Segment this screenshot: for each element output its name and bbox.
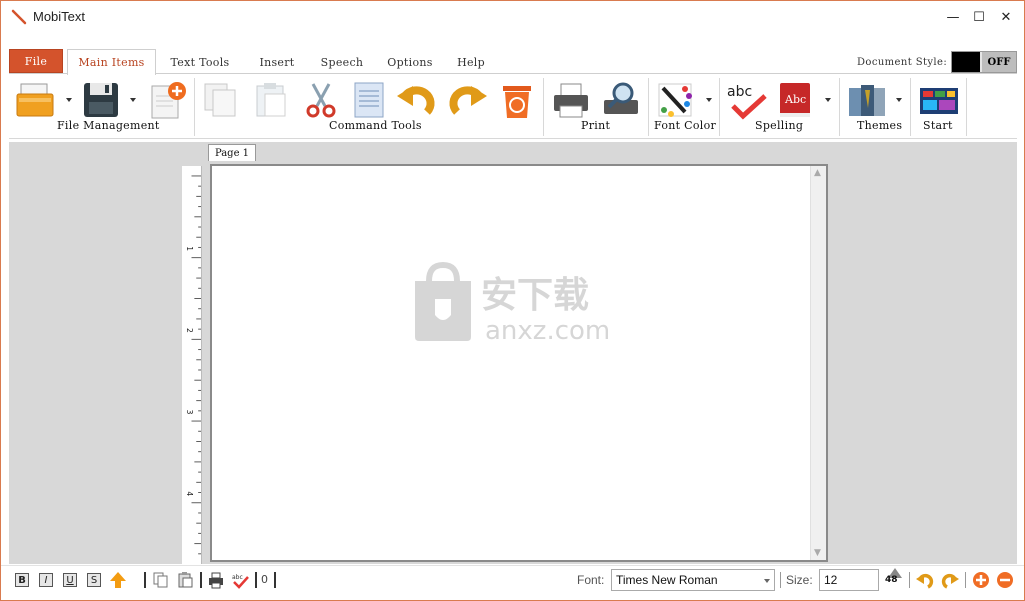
font-color-dropdown-arrow[interactable]: [706, 98, 712, 102]
watermark-cn-text: 安下载: [481, 275, 589, 316]
size-label: Size:: [786, 573, 813, 587]
copy-small-icon[interactable]: [152, 571, 170, 589]
zoom-in-plus-icon[interactable]: [972, 571, 990, 589]
toolbar-divider: [780, 572, 781, 588]
italic-button[interactable]: I: [39, 573, 53, 587]
chevron-down-icon: [764, 579, 770, 583]
paste-clipboard-icon[interactable]: [251, 80, 291, 120]
print-small-icon[interactable]: [207, 571, 225, 589]
toolbar-divider: [255, 572, 257, 588]
ruler-label: 3: [185, 410, 194, 415]
spell-check-abc-icon[interactable]: abc: [727, 80, 767, 120]
group-label-font-color: Font Color: [654, 119, 717, 132]
toolbar-divider: [144, 572, 146, 588]
undo-small-icon[interactable]: [916, 571, 934, 589]
save-dropdown-arrow[interactable]: [130, 98, 136, 102]
group-label-spelling: Spelling: [755, 119, 804, 132]
printer-icon[interactable]: [551, 80, 591, 120]
group-label-print: Print: [581, 119, 611, 132]
font-family-select[interactable]: Times New Roman: [611, 569, 775, 591]
toolbar-divider: [200, 572, 202, 588]
recycle-bin-icon[interactable]: [497, 80, 537, 120]
spell-check-small-icon[interactable]: abc: [231, 571, 249, 589]
up-arrow-icon[interactable]: [109, 571, 127, 589]
document-style-toggle[interactable]: OFF: [951, 51, 1017, 73]
title-bar: MobiText — ☐ ✕: [1, 1, 1024, 33]
font-size-input[interactable]: 12: [819, 569, 879, 591]
word-counter: 0: [261, 573, 268, 586]
font-family-value: Times New Roman: [616, 573, 718, 587]
svg-text:abc: abc: [727, 84, 752, 100]
vertical-scrollbar[interactable]: ▲ ▼: [810, 166, 826, 560]
tab-text-tools[interactable]: Text Tools: [161, 50, 239, 74]
format-status-bar: B I U S abc 0 Font: Times New Roman Size…: [1, 565, 1024, 600]
group-divider: [194, 78, 195, 136]
document-page[interactable]: ▲ ▼: [210, 164, 828, 562]
toggle-state-label: OFF: [980, 52, 1016, 72]
tab-options[interactable]: Options: [379, 50, 441, 74]
tab-insert[interactable]: Insert: [249, 50, 305, 74]
group-divider: [543, 78, 544, 136]
zoom-out-minus-icon[interactable]: [996, 571, 1014, 589]
font-size-small-label: 48: [885, 575, 898, 585]
maximize-button[interactable]: ☐: [965, 5, 993, 29]
redo-arrow-icon[interactable]: [447, 80, 487, 120]
tab-speech[interactable]: Speech: [313, 50, 371, 74]
watermark-en-text: anxz.com: [485, 316, 610, 346]
group-label-command-tools: Command Tools: [329, 119, 422, 132]
start-screen-icon[interactable]: [919, 80, 959, 120]
color-palette-icon[interactable]: [655, 80, 695, 120]
copy-icon[interactable]: [201, 80, 241, 120]
toolbar-divider: [274, 572, 276, 588]
group-label-start: Start: [923, 119, 953, 132]
tab-file[interactable]: File: [9, 49, 63, 73]
toolbar-divider: [909, 572, 910, 588]
save-disk-icon[interactable]: [81, 80, 121, 120]
scroll-up-arrow-icon[interactable]: ▲: [814, 168, 821, 178]
group-label-file-management: File Management: [57, 119, 160, 132]
pen-app-icon: [11, 9, 27, 25]
document-style-label: Document Style:: [857, 57, 948, 68]
minimize-button[interactable]: —: [939, 5, 967, 29]
dictionary-book-icon[interactable]: Abc: [775, 80, 815, 120]
group-divider: [648, 78, 649, 136]
scroll-down-arrow-icon[interactable]: ▼: [814, 548, 821, 558]
tab-main-items[interactable]: Main Items: [67, 49, 156, 75]
print-preview-icon[interactable]: [601, 80, 641, 120]
open-folder-icon[interactable]: [15, 80, 55, 120]
ruler-label: 4: [185, 491, 194, 496]
themes-people-icon[interactable]: [847, 80, 887, 120]
group-label-themes: Themes: [857, 119, 903, 132]
document-text-icon[interactable]: [349, 80, 389, 120]
tab-help[interactable]: Help: [449, 50, 493, 74]
svg-text:abc: abc: [232, 574, 243, 581]
ribbon-toolbar: File Management Command Tools Print Font…: [9, 73, 1017, 139]
open-dropdown-arrow[interactable]: [66, 98, 72, 102]
undo-arrow-icon[interactable]: [397, 80, 437, 120]
ruler-label: 1: [185, 246, 194, 251]
window-title: MobiText: [33, 9, 86, 24]
new-document-icon[interactable]: [147, 80, 187, 120]
toolbar-divider: [965, 572, 966, 588]
close-button[interactable]: ✕: [992, 5, 1020, 29]
app-window: MobiText — ☐ ✕ File Main Items Text Tool…: [0, 0, 1025, 601]
vertical-ruler: 1 2 3 4: [182, 166, 202, 564]
group-divider: [839, 78, 840, 136]
themes-dropdown-arrow[interactable]: [896, 98, 902, 102]
group-divider: [910, 78, 911, 136]
redo-small-icon[interactable]: [941, 571, 959, 589]
bold-button[interactable]: B: [15, 573, 29, 587]
font-label: Font:: [577, 573, 605, 587]
underline-button[interactable]: U: [63, 573, 77, 587]
strikethrough-button[interactable]: S: [87, 573, 101, 587]
scissors-cut-icon[interactable]: [301, 80, 341, 120]
watermark-logo: 安下载 anxz.com: [415, 261, 610, 346]
group-divider: [719, 78, 720, 136]
group-divider: [966, 78, 967, 136]
paste-small-icon[interactable]: [176, 571, 194, 589]
page-tab[interactable]: Page 1: [208, 144, 256, 161]
ruler-label: 2: [185, 328, 194, 333]
spelling-dropdown-arrow[interactable]: [825, 98, 831, 102]
svg-text:Abc: Abc: [784, 93, 806, 106]
